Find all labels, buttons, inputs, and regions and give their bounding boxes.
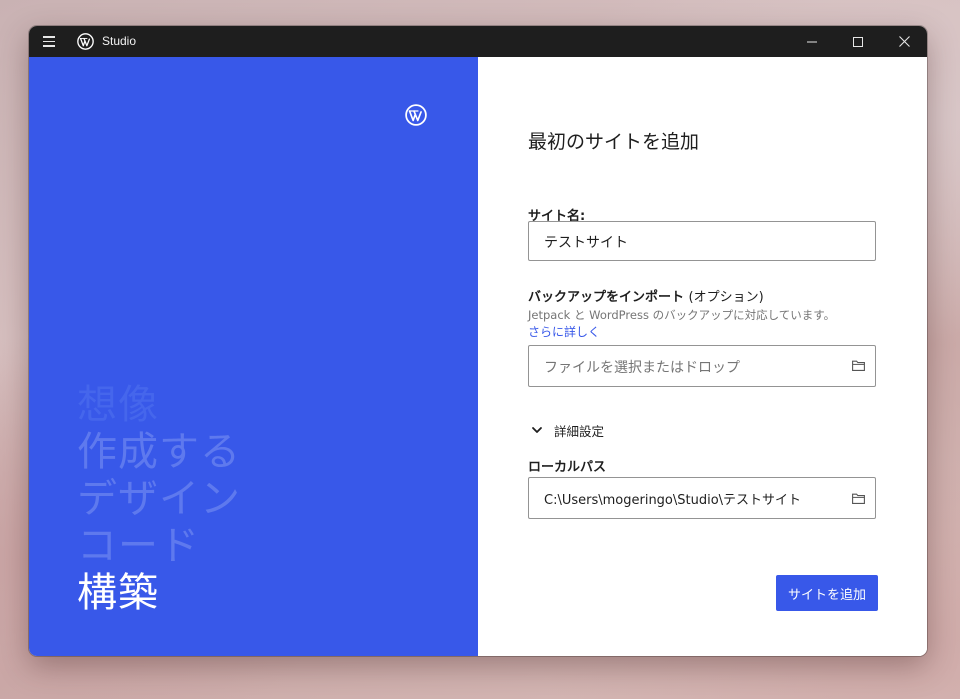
close-button[interactable]: [881, 26, 927, 57]
word-design: デザイン: [77, 476, 241, 522]
word-imagine: 想像: [77, 382, 159, 428]
local-path-input[interactable]: C:\Users\mogeringo\Studio\テストサイト: [528, 477, 876, 519]
minimize-icon: [807, 41, 817, 42]
word-create: 作成する: [77, 429, 241, 475]
chevron-down-icon: [532, 427, 542, 433]
form-heading: 最初のサイトを追加: [528, 131, 700, 153]
window-title: Studio: [102, 34, 137, 48]
onboarding-words: 想像 作成する デザイン コード 構築: [77, 382, 241, 617]
maximize-icon: [853, 36, 863, 47]
folder-icon: [852, 360, 865, 371]
word-code: コード: [77, 523, 200, 569]
import-help-text: Jetpack と WordPress のバックアップに対応しています。: [528, 308, 836, 322]
wordpress-logo-icon: [77, 33, 94, 50]
onboarding-panel: 想像 作成する デザイン コード 構築: [29, 57, 478, 656]
import-backup-label: バックアップをインポート (オプション): [528, 286, 764, 305]
hamburger-menu-icon[interactable]: [41, 33, 57, 49]
wordpress-logo-icon: [405, 104, 427, 126]
local-path-value: C:\Users\mogeringo\Studio\テストサイト: [544, 493, 802, 508]
title-bar: Studio: [29, 26, 927, 57]
minimize-button[interactable]: [789, 26, 835, 57]
import-backup-label-text: バックアップをインポート: [528, 290, 685, 305]
word-build: 構築: [77, 570, 159, 616]
file-placeholder: ファイルを選択またはドロップ: [544, 360, 740, 376]
add-site-form: 最初のサイトを追加 サイト名: テストサイト バックアップをインポート (オプシ…: [478, 57, 927, 656]
import-optional-text: (オプション): [688, 290, 764, 305]
studio-window: Studio 想像 作成する デザイン コード 構築 最初のサイトを追加 サイト…: [29, 26, 927, 656]
maximize-button[interactable]: [835, 26, 881, 57]
local-path-label: ローカルパス: [528, 460, 607, 475]
close-icon: [898, 36, 910, 47]
backup-file-dropzone[interactable]: ファイルを選択またはドロップ: [528, 345, 876, 387]
folder-icon: [852, 493, 865, 504]
site-name-input[interactable]: テストサイト: [528, 221, 876, 261]
site-name-value: テストサイト: [544, 235, 628, 251]
add-site-button[interactable]: サイトを追加: [776, 575, 878, 611]
advanced-settings-label: 詳細設定: [554, 423, 605, 439]
learn-more-link[interactable]: さらに詳しく: [528, 323, 600, 340]
advanced-settings-toggle[interactable]: 詳細設定: [530, 422, 605, 439]
